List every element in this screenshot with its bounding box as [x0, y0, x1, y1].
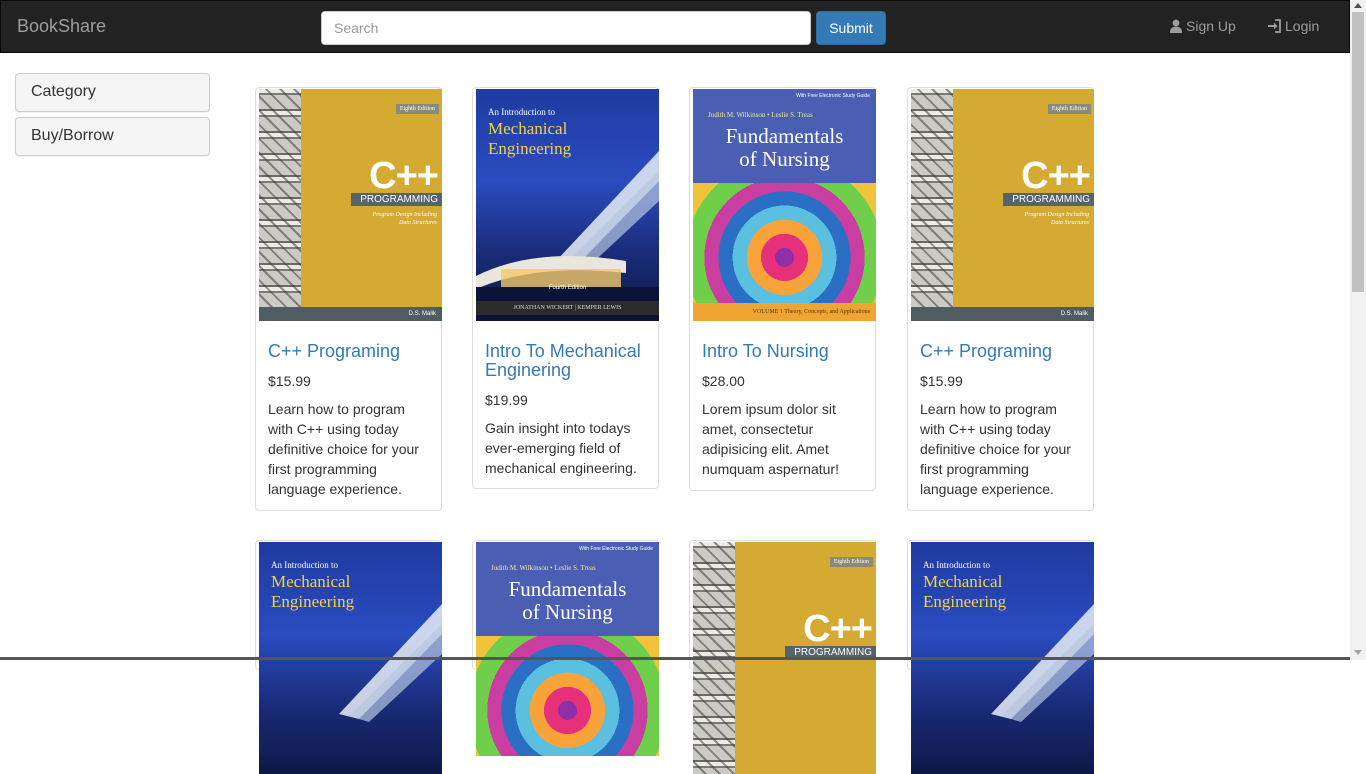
login-label: Login	[1285, 18, 1320, 34]
sidebar: Category Buy/Borrow	[15, 73, 210, 161]
book-title-link[interactable]: Intro To Nursing	[702, 342, 863, 361]
cover-title: C++	[803, 608, 873, 650]
cover-edition: Eighth Edition	[829, 557, 873, 567]
book-title-link[interactable]: Intro To Mechanical Enginering	[485, 342, 646, 380]
cover-art	[991, 604, 1094, 722]
book-price: $28.00	[702, 373, 745, 389]
book-card[interactable]: Eighth Edition C++ PROGRAMMING Program D…	[255, 87, 442, 511]
cover-subtitle: PROGRAMMING	[1003, 193, 1094, 206]
cover-title: Fundamentals of Nursing	[508, 577, 627, 624]
cover-title: Mechanical Engineering	[923, 572, 1007, 611]
user-icon	[1170, 19, 1182, 33]
search-input[interactable]	[321, 11, 811, 45]
sidebar-item-buy-borrow[interactable]: Buy/Borrow	[15, 117, 210, 156]
cover-badge: With Free Electronic Study Guide	[579, 546, 653, 552]
signup-link[interactable]: Sign Up	[1169, 18, 1236, 34]
book-description: Learn how to program with C++ using toda…	[268, 401, 419, 497]
cover-intro: An Introduction to	[271, 560, 338, 570]
cover-intro: An Introduction to	[488, 107, 555, 117]
cover-title: C++	[369, 155, 439, 197]
cover-author: Judith M. Wilkinson • Leslie S. Treas	[708, 111, 813, 119]
scrollbar-thumb[interactable]	[1352, 12, 1364, 292]
cover-intro: An Introduction to	[923, 560, 990, 570]
login-link[interactable]: Login	[1267, 18, 1319, 34]
cover-edition: Fourth Edition	[548, 285, 587, 291]
book-cover-image[interactable]: Eighth Edition C++ PROGRAMMING Program D…	[911, 89, 1094, 321]
cover-author: D.S. Malik	[911, 307, 1094, 321]
card-caption: C++ Programing $15.99 Learn how to progr…	[259, 321, 438, 510]
cover-art	[339, 604, 442, 722]
card-caption: C++ Programing $15.99 Learn how to progr…	[911, 321, 1090, 510]
book-price: $15.99	[268, 373, 311, 389]
cover-edition: Eighth Edition	[1047, 104, 1091, 114]
cover-title: C++	[1021, 155, 1091, 197]
book-description: Gain insight into todays ever-emerging f…	[485, 420, 637, 476]
book-description: Learn how to program with C++ using toda…	[920, 401, 1071, 497]
card-caption: Intro To Mechanical Enginering $19.99 Ga…	[476, 321, 655, 489]
cover-subtitle: PROGRAMMING	[351, 193, 442, 206]
book-card[interactable]: An Introduction to Mechanical Engineering	[255, 540, 442, 774]
cover-volume: VOLUME 1 Theory, Concepts, and Applicati…	[693, 303, 876, 321]
book-price: $19.99	[485, 392, 528, 408]
top-navbar: BookShare Submit Sign Up Login	[0, 0, 1350, 53]
sidebar-item-category[interactable]: Category	[15, 73, 210, 112]
book-card[interactable]: Eighth Edition C++ PROGRAMMING Program D…	[907, 87, 1094, 511]
cover-tagline: Program Design Including Data Structures	[1024, 212, 1089, 226]
book-card[interactable]: Eighth Edition C++ PROGRAMMING	[689, 540, 876, 774]
submit-button[interactable]: Submit	[816, 11, 886, 45]
cover-tagline: Program Design Including Data Structures	[372, 212, 437, 226]
book-card[interactable]: An Introduction to Mechanical Engineering	[907, 540, 1094, 774]
book-cover-image[interactable]: Eighth Edition C++ PROGRAMMING Program D…	[259, 89, 442, 321]
book-cover-image[interactable]: With Free Electronic Study Guide Judith …	[693, 89, 876, 321]
book-description: Lorem ipsum dolor sit amet, consectetur …	[702, 401, 839, 477]
book-card[interactable]: With Free Electronic Study Guide Judith …	[472, 540, 659, 774]
scroll-down-icon[interactable]	[1354, 650, 1362, 655]
brand-logo[interactable]: BookShare	[17, 16, 106, 37]
book-title-link[interactable]: C++ Programing	[920, 342, 1081, 361]
cover-title: Mechanical Engineering	[271, 572, 355, 611]
scroll-up-icon[interactable]	[1354, 3, 1362, 8]
login-icon	[1268, 19, 1281, 33]
cover-badge: With Free Electronic Study Guide	[796, 93, 870, 99]
book-cover-image[interactable]: An Introduction to Mechanical Engineering…	[476, 89, 659, 321]
book-title-link[interactable]: C++ Programing	[268, 342, 429, 361]
vertical-scrollbar[interactable]	[1350, 0, 1366, 660]
book-card[interactable]: With Free Electronic Study Guide Judith …	[689, 87, 876, 491]
card-caption: Intro To Nursing $28.00 Lorem ipsum dolo…	[693, 321, 872, 490]
cover-title: Mechanical Engineering	[488, 119, 572, 158]
signup-label: Sign Up	[1186, 18, 1236, 34]
book-card[interactable]: An Introduction to Mechanical Engineering…	[472, 87, 659, 489]
book-price: $15.99	[920, 373, 963, 389]
cover-author: Judith M. Wilkinson • Leslie S. Treas	[491, 564, 596, 572]
cover-author: JONATHAN WICKERT | KEMPER LEWIS	[476, 301, 659, 315]
cover-edition: Eighth Edition	[395, 104, 439, 114]
cover-author: D.S. Malik	[259, 307, 442, 321]
cover-art	[476, 151, 659, 321]
cover-title: Fundamentals of Nursing	[725, 124, 844, 171]
